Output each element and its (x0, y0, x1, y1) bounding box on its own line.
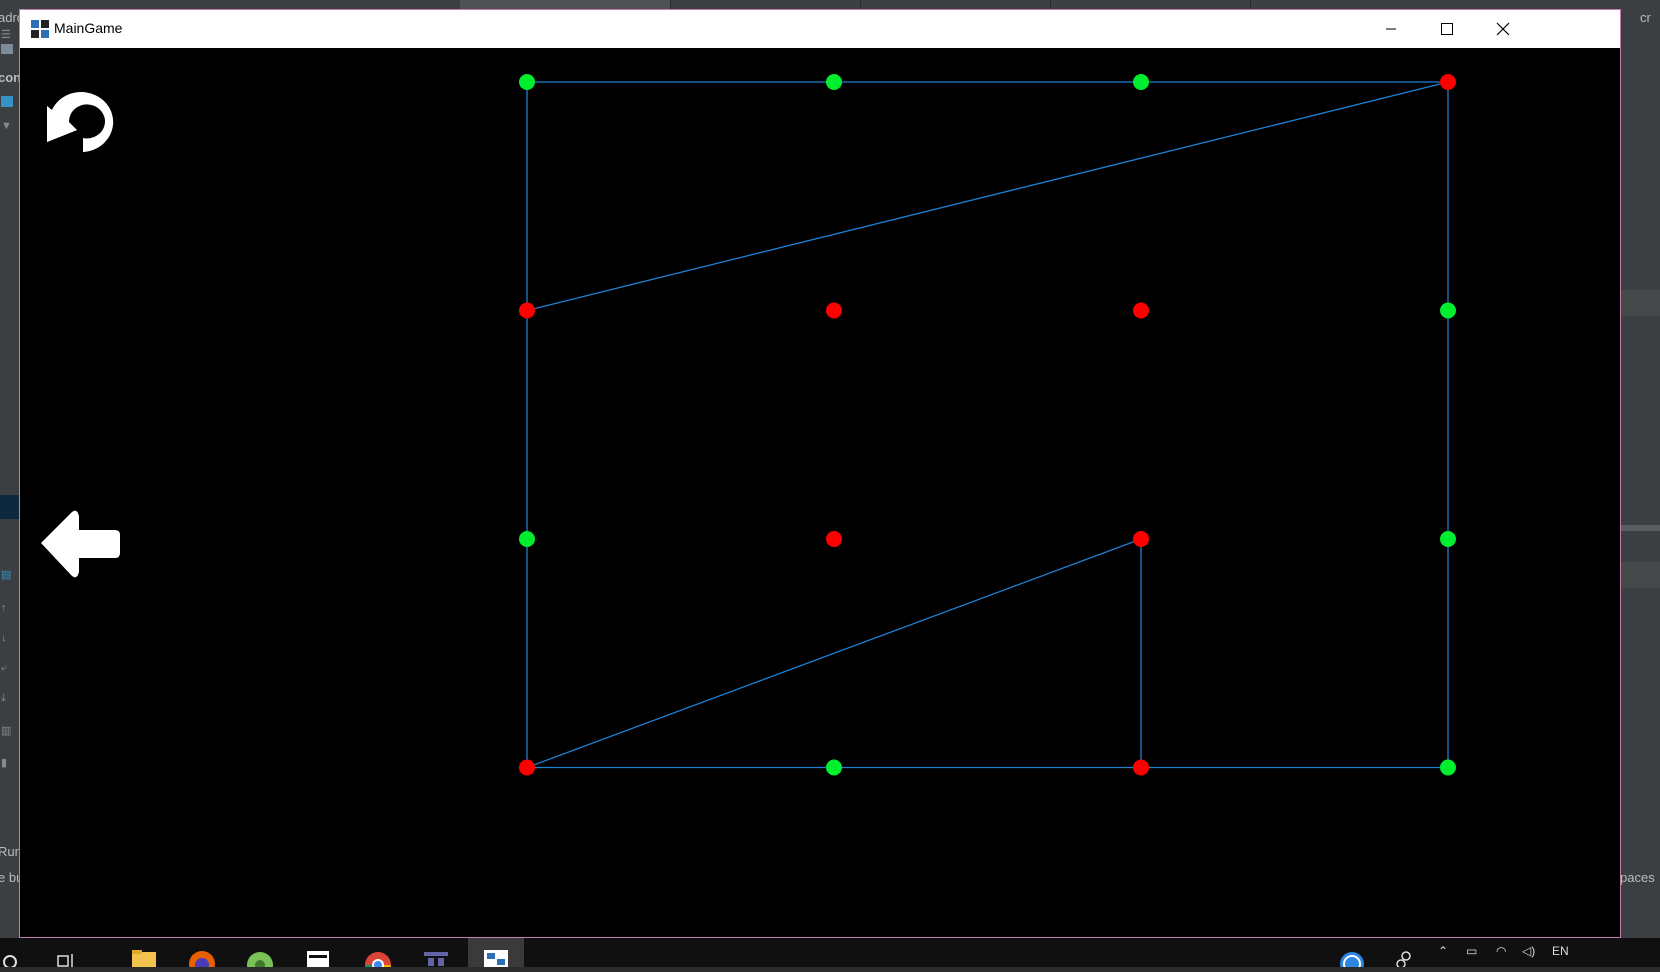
chevron-down-icon[interactable]: ▼ (1, 120, 13, 132)
board-point-off[interactable] (1133, 531, 1149, 547)
taskbar-chrome[interactable] (358, 938, 398, 972)
taskbar-task-view[interactable] (48, 938, 88, 967)
board-points[interactable] (519, 74, 1456, 776)
taskbar-people[interactable] (1392, 938, 1432, 969)
taskbar-firefox[interactable] (182, 938, 222, 972)
taskbar-android[interactable] (240, 938, 280, 972)
board-point-off[interactable] (1133, 302, 1149, 319)
board-point-off[interactable] (1440, 74, 1456, 90)
board-edge (526, 538, 1142, 769)
board-point-off[interactable] (1133, 759, 1149, 776)
help-icon (1340, 952, 1364, 972)
taskbar-search[interactable] (0, 938, 40, 969)
folder-icon (1, 44, 13, 54)
taskbar-help[interactable] (1336, 938, 1376, 972)
ide-selected-row[interactable] (0, 495, 19, 519)
print-icon[interactable]: ▥ (1, 724, 13, 737)
close-button[interactable] (1474, 10, 1532, 48)
android-icon (247, 952, 273, 972)
board-edges (526, 81, 1449, 769)
ide-tab-text: cr (1640, 10, 1651, 25)
tray-language[interactable]: EN (1552, 944, 1569, 958)
calculator-icon (307, 951, 329, 967)
teams-icon (424, 952, 448, 966)
maximize-button[interactable] (1418, 10, 1476, 48)
wrap-icon[interactable]: ⤶ (1, 662, 13, 674)
maximize-icon (1441, 23, 1453, 35)
ide-right-band (1620, 290, 1660, 316)
close-icon (1496, 22, 1510, 36)
board-point-off[interactable] (519, 759, 535, 776)
taskbar-maingame[interactable] (468, 938, 524, 967)
app-icon (31, 20, 49, 38)
folder-icon (1, 96, 13, 107)
download-icon[interactable]: ⤓ (1, 692, 13, 704)
title-bar[interactable]: MainGame (20, 10, 1620, 48)
ide-structure-icon[interactable]: ☰ (1, 28, 13, 41)
ide-project-text: adro (0, 10, 19, 25)
ide-status-text: e bu (0, 870, 19, 885)
ide-right-band (1620, 525, 1660, 531)
ide-right-band (1620, 562, 1660, 588)
arrow-up-icon[interactable]: ↑ (1, 602, 13, 614)
firefox-icon (189, 951, 215, 972)
wifi-icon[interactable]: ◠ (1496, 944, 1506, 958)
file-explorer-icon (132, 950, 156, 967)
arrow-down-icon[interactable]: ↓ (1, 632, 13, 644)
taskbar-file-explorer[interactable] (124, 938, 164, 967)
task-view-icon (57, 954, 73, 967)
people-icon (1396, 951, 1411, 969)
game-window: MainGame (19, 9, 1621, 938)
chrome-icon (365, 952, 391, 972)
trash-icon[interactable]: ▮ (1, 756, 13, 769)
taskbar-teams[interactable] (416, 938, 456, 967)
ide-run-icon[interactable]: ▤ (1, 568, 13, 581)
board-edge (526, 81, 1449, 312)
board-point-on[interactable] (1440, 302, 1456, 319)
volume-icon[interactable]: ◁) (1522, 944, 1535, 958)
ide-left-panel: adro ☰ con ▼ ▤ ↑ ↓ ⤶ ⤓ ▥ ▮ Run e bu (0, 10, 19, 940)
board-point-off[interactable] (826, 531, 842, 547)
board-point-off[interactable] (826, 302, 842, 319)
board-point-on[interactable] (826, 74, 842, 90)
board-point-on[interactable] (519, 74, 535, 90)
board-point-on[interactable] (519, 531, 535, 547)
battery-icon[interactable]: ▭ (1466, 944, 1477, 958)
game-board[interactable] (20, 48, 1620, 937)
taskbar-calculator[interactable] (298, 938, 338, 967)
board-point-on[interactable] (826, 759, 842, 776)
game-canvas[interactable] (20, 48, 1620, 937)
maingame-icon (484, 950, 508, 967)
taskbar: ⌃ ▭ ◠ ◁) EN (0, 938, 1660, 972)
board-point-on[interactable] (1133, 74, 1149, 90)
window-title: MainGame (54, 20, 123, 36)
board-point-on[interactable] (1440, 531, 1456, 547)
search-icon (3, 955, 17, 969)
tray-chevron-up-icon[interactable]: ⌃ (1438, 944, 1448, 958)
ide-status-right-text: paces (1620, 870, 1655, 885)
board-point-off[interactable] (519, 302, 535, 319)
ide-module-text: con (0, 70, 19, 85)
minimize-button[interactable] (1362, 10, 1420, 48)
board-point-on[interactable] (1440, 759, 1456, 776)
minimize-icon (1386, 28, 1396, 30)
ide-run-tab[interactable]: Run (0, 844, 19, 859)
ide-right-panel: cr paces (1620, 10, 1660, 940)
